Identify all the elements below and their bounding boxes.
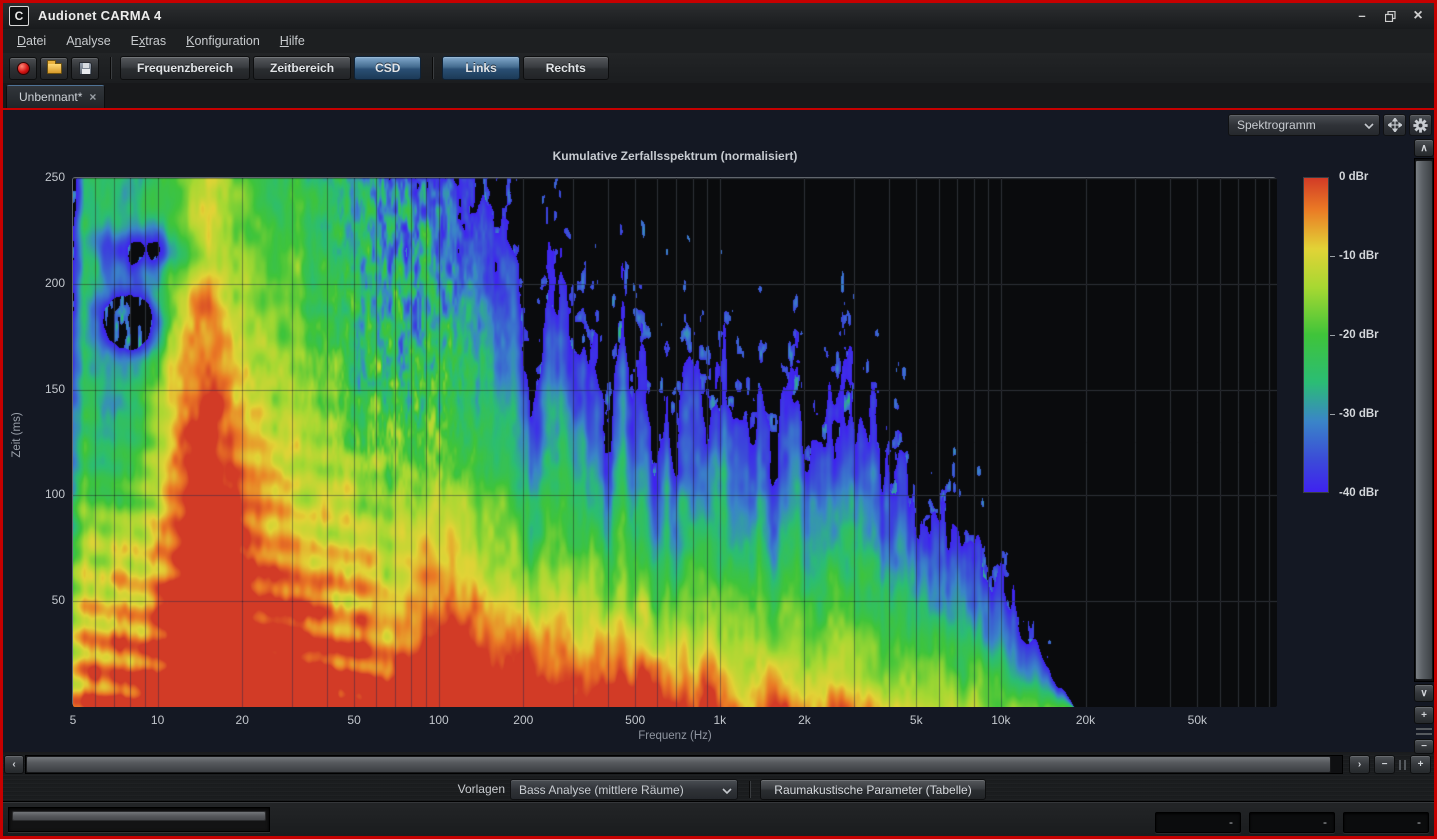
x-tick-label: 50 (347, 713, 360, 727)
x-tick-label: 20 (236, 713, 249, 727)
x-tick-label: 200 (513, 713, 533, 727)
progress-meter (8, 807, 270, 832)
colorbar-tick-mark (1330, 335, 1335, 336)
splitter-grip[interactable] (1399, 760, 1406, 770)
display-mode-value: Spektrogramm (1229, 118, 1359, 132)
horizontal-scrollbar-thumb[interactable] (26, 756, 1331, 773)
app-icon: C (9, 6, 29, 26)
room-acoustic-parameters-button[interactable]: Raumakustische Parameter (Tabelle) (760, 779, 986, 800)
y-tick-labels: 50100150200250 (3, 177, 65, 706)
gear-icon (1413, 118, 1428, 133)
colorbar-tick-mark (1330, 256, 1335, 257)
colorbar-tick-label: -30 dBr (1339, 408, 1379, 420)
pan-button[interactable] (1383, 114, 1406, 136)
x-tick-label: 10k (991, 713, 1010, 727)
save-button[interactable] (71, 57, 99, 80)
menu-item-konfiguration[interactable]: Konfiguration (176, 29, 270, 53)
y-tick-label: 150 (45, 382, 65, 396)
csd-button[interactable]: CSD (354, 56, 421, 80)
colorbar-tick-label: -10 dBr (1339, 250, 1379, 262)
zoom-in-horizontal-button[interactable]: + (1410, 755, 1431, 774)
scroll-right-button[interactable]: › (1349, 755, 1370, 774)
menu-item-analyse[interactable]: Analyse (56, 29, 120, 53)
settings-button[interactable] (1409, 114, 1432, 136)
record-button[interactable] (9, 57, 37, 80)
window-controls: – × (1352, 5, 1428, 27)
minimize-button[interactable]: – (1352, 6, 1372, 26)
rechts-button[interactable]: Rechts (523, 56, 609, 80)
y-tick-label: 50 (52, 593, 65, 607)
vertical-scrollbar-thumb[interactable] (1415, 160, 1433, 680)
open-button[interactable] (40, 57, 68, 80)
tab-close-icon[interactable]: × (89, 91, 96, 103)
x-tick-label: 50k (1188, 713, 1207, 727)
x-tick-label: 2k (798, 713, 811, 727)
zoom-in-vertical-button[interactable]: + (1414, 706, 1434, 724)
scroll-up-button[interactable]: ∧ (1414, 139, 1434, 157)
links-button[interactable]: Links (442, 56, 519, 80)
template-select[interactable]: Bass Analyse (mittlere Räume) (510, 779, 738, 800)
x-tick-label: 1k (713, 713, 726, 727)
chevron-down-icon (717, 783, 737, 797)
x-tick-label: 5k (910, 713, 923, 727)
zeitbereich-button[interactable]: Zeitbereich (253, 56, 351, 80)
colorbar-tick-label: -40 dBr (1339, 487, 1379, 499)
colorbar-tick-label: 0 dBr (1339, 171, 1368, 183)
template-select-value: Bass Analyse (mittlere Räume) (511, 783, 717, 797)
tab-label: Unbennant* (19, 90, 82, 104)
close-button[interactable]: × (1408, 6, 1428, 26)
y-tick-label: 200 (45, 276, 65, 290)
folder-icon (47, 63, 62, 74)
spectrogram-canvas[interactable] (73, 178, 1277, 707)
colorbar-labels: 0 dBr-10 dBr-20 dBr-30 dBr-40 dBr (1339, 177, 1409, 493)
plot-area (72, 177, 1276, 706)
toolbar-separator (432, 57, 434, 79)
pan-icon (1388, 118, 1402, 132)
tab-bar: Unbennant* × (3, 83, 1434, 108)
x-tick-label: 100 (429, 713, 449, 727)
restore-icon (1385, 11, 1396, 22)
colorbar-tick-mark (1330, 414, 1335, 415)
y-tick-label: 250 (45, 170, 65, 184)
scroll-down-button[interactable]: ∨ (1414, 684, 1434, 702)
frequenzbereich-button[interactable]: Frequenzbereich (120, 56, 250, 80)
x-axis-label: Frequenz (Hz) (72, 730, 1278, 742)
chart-title: Kumulative Zerfallsspektrum (normalisier… (72, 149, 1278, 163)
menu-item-hilfe[interactable]: Hilfe (270, 29, 315, 53)
menu-bar: DateiAnalyseExtrasKonfigurationHilfe (3, 29, 1434, 53)
colorbar-tick-label: -20 dBr (1339, 329, 1379, 341)
window-title: Audionet CARMA 4 (38, 8, 161, 23)
app-window: C Audionet CARMA 4 – × DateiAnalyseExtra… (0, 0, 1437, 839)
zoom-out-horizontal-button[interactable]: − (1374, 755, 1395, 774)
menu-item-datei[interactable]: Datei (7, 29, 56, 53)
save-icon (79, 62, 92, 75)
x-tick-label: 5 (70, 713, 77, 727)
record-icon (17, 62, 30, 75)
x-tick-label: 500 (625, 713, 645, 727)
status-field-3: - (1343, 812, 1429, 833)
toolbar-separator (110, 57, 112, 79)
restore-button[interactable] (1380, 6, 1400, 26)
status-field-1: - (1155, 812, 1241, 833)
y-tick-label: 100 (45, 487, 65, 501)
templates-label: Vorlagen (383, 779, 505, 800)
colorbar (1303, 177, 1329, 493)
tab-unbennant[interactable]: Unbennant* × (6, 85, 105, 108)
zoom-out-vertical-button[interactable]: − (1414, 739, 1434, 754)
scroll-left-button[interactable]: ‹ (4, 755, 24, 774)
app-icon-letter: C (15, 9, 24, 23)
title-bar: C Audionet CARMA 4 – × (3, 3, 1434, 29)
toolbar: Frequenzbereich Zeitbereich CSD Links Re… (3, 53, 1434, 83)
display-mode-select[interactable]: Spektrogramm (1228, 114, 1380, 136)
splitter-grip[interactable] (1416, 728, 1432, 735)
chevron-down-icon (1359, 118, 1379, 132)
row-separator (749, 781, 751, 798)
x-tick-label: 20k (1076, 713, 1095, 727)
menu-item-extras[interactable]: Extras (121, 29, 176, 53)
x-tick-label: 10 (151, 713, 164, 727)
progress-meter-bar (12, 811, 266, 821)
status-field-2: - (1249, 812, 1335, 833)
x-tick-labels: 5 10 20 50 100 200 500 1k 2k 5k 10k 20k 50k (73, 713, 1277, 727)
